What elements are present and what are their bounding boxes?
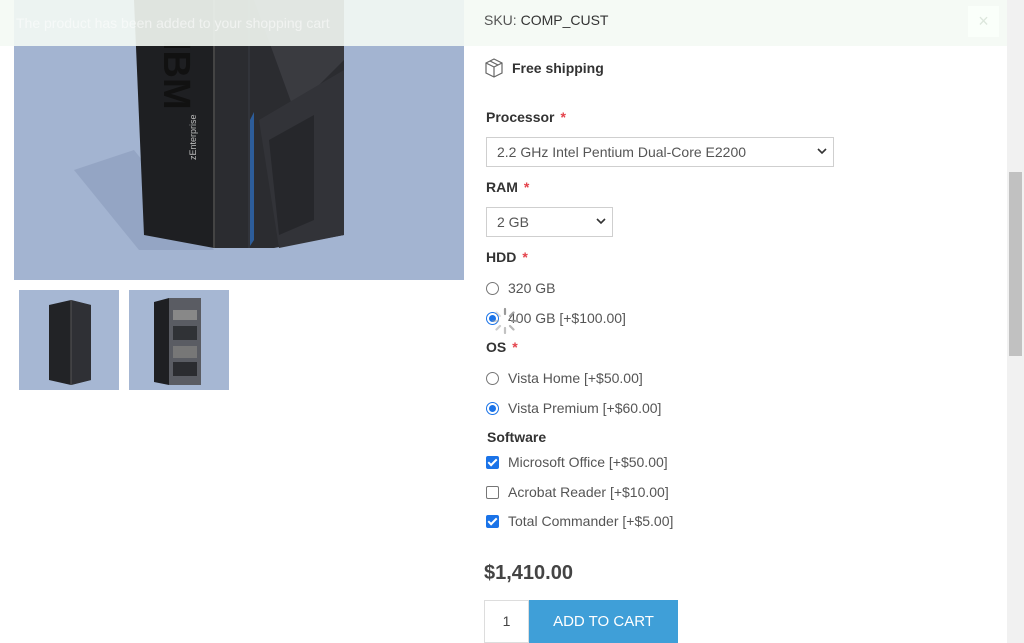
os-radio-vista-premium[interactable] <box>486 402 499 415</box>
processor-label: Processor * <box>486 109 566 125</box>
product-price: $1,410.00 <box>484 562 573 584</box>
processor-select[interactable]: 2.2 GHz Intel Pentium Dual-Core E2200 <box>486 137 834 167</box>
ibm-logo-text: IBM <box>155 40 197 110</box>
processor-selected-value: 2.2 GHz Intel Pentium Dual-Core E2200 <box>497 144 747 160</box>
required-marker: * <box>560 109 566 125</box>
scrollbar-thumb[interactable] <box>1009 172 1022 356</box>
software-option-label: Total Commander [+$5.00] <box>508 513 674 529</box>
ram-select[interactable]: 2 GB <box>486 207 613 237</box>
software-checkbox-total-commander[interactable] <box>486 515 499 528</box>
hdd-option-label: 400 GB [+$100.00] <box>508 310 626 326</box>
box-icon <box>485 58 503 78</box>
hdd-radio-320[interactable] <box>486 282 499 295</box>
sku-row: SKU: COMP_CUST <box>484 12 608 28</box>
hdd-label: HDD * <box>486 249 528 265</box>
required-marker: * <box>512 339 518 355</box>
required-marker: * <box>522 249 528 265</box>
os-option-label: Vista Home [+$50.00] <box>508 370 643 386</box>
ram-label-text: RAM <box>486 179 518 195</box>
software-option-label: Microsoft Office [+$50.00] <box>508 454 668 470</box>
sku-value: COMP_CUST <box>520 12 609 28</box>
free-shipping-label: Free shipping <box>512 60 604 76</box>
loading-spinner-icon <box>491 307 519 335</box>
os-label: OS * <box>486 339 518 355</box>
thumbnail-open[interactable] <box>129 290 229 390</box>
software-checkbox-acrobat[interactable] <box>486 486 499 499</box>
close-icon: × <box>978 11 989 31</box>
software-label: Software <box>487 429 546 445</box>
mainframe-front-thumb-icon <box>19 290 119 390</box>
page-scrollbar[interactable] <box>1007 0 1024 643</box>
zenterprise-caption: zEnterprise <box>188 114 198 160</box>
chevron-down-icon <box>596 218 606 225</box>
mainframe-open-thumb-icon <box>129 290 229 390</box>
os-radio-vista-home[interactable] <box>486 372 499 385</box>
chevron-down-icon <box>817 148 827 155</box>
ram-selected-value: 2 GB <box>497 214 529 230</box>
add-to-cart-button[interactable]: ADD TO CART <box>529 600 678 643</box>
quantity-input[interactable]: 1 <box>484 600 529 643</box>
os-option-label: Vista Premium [+$60.00] <box>508 400 662 416</box>
sku-label: SKU: <box>484 12 517 28</box>
ram-label: RAM * <box>486 179 529 195</box>
notification-text: The product has been added to your shopp… <box>16 15 330 31</box>
close-notification-button[interactable]: × <box>968 6 999 37</box>
required-marker: * <box>523 179 530 195</box>
os-label-text: OS <box>486 339 507 355</box>
processor-label-text: Processor <box>486 109 555 125</box>
hdd-label-text: HDD <box>486 249 517 265</box>
software-option-label: Acrobat Reader [+$10.00] <box>508 484 669 500</box>
software-label-text: Software <box>487 429 547 445</box>
thumbnail-front[interactable] <box>19 290 119 390</box>
software-checkbox-office[interactable] <box>486 456 499 469</box>
hdd-option-label: 320 GB <box>508 280 556 296</box>
